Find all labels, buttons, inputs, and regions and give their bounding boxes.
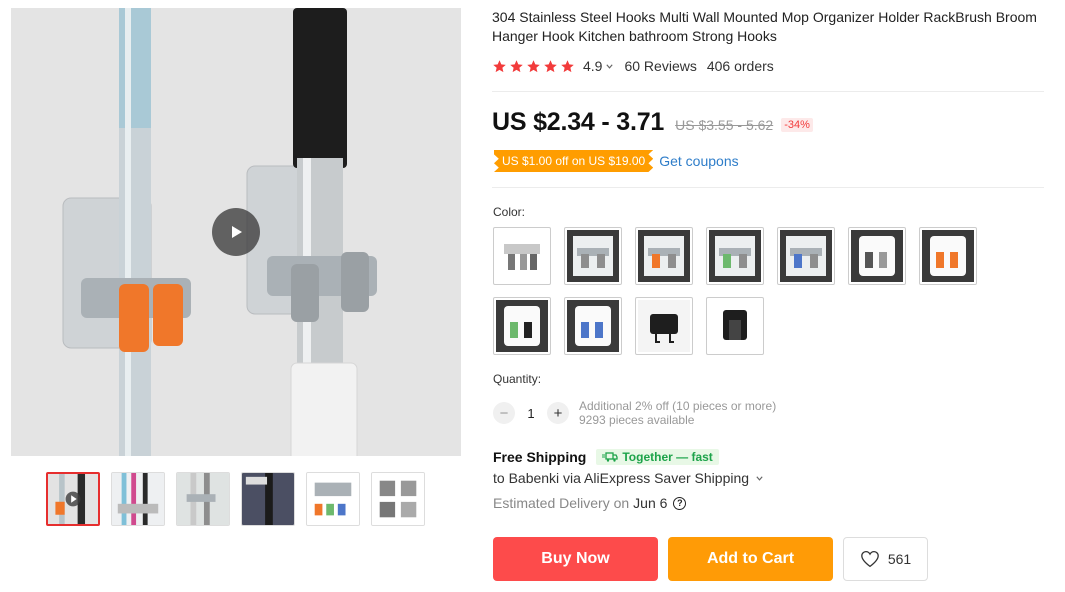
together-fast-badge: Together — fast (596, 449, 719, 465)
shipping-destination-text[interactable]: to Babenki via AliExpress Saver Shipping (493, 470, 749, 486)
together-fast-text: Together — fast (622, 450, 713, 464)
color-option-4[interactable] (706, 227, 764, 285)
star-icon (510, 59, 523, 72)
thumbnail-6[interactable] (371, 472, 425, 526)
thumbnail-4[interactable] (241, 472, 295, 526)
heart-icon (860, 550, 879, 568)
color-option-8[interactable] (493, 297, 551, 355)
buy-now-button[interactable]: Buy Now (493, 537, 658, 581)
divider (492, 91, 1044, 92)
original-price: US $3.55 - 5.62 (675, 117, 774, 133)
quantity-notes: Additional 2% off (10 pieces or more) 92… (579, 399, 776, 427)
color-option-1[interactable] (493, 227, 551, 285)
color-option-11[interactable] (706, 297, 764, 355)
current-price: US $2.34 - 3.71 (492, 108, 665, 136)
product-info: 304 Stainless Steel Hooks Multi Wall Mou… (492, 8, 1047, 75)
thumbnail-3[interactable] (176, 472, 230, 526)
estimated-delivery-label: Estimated Delivery on (493, 495, 630, 511)
color-option-3[interactable] (635, 227, 693, 285)
add-to-cart-button[interactable]: Add to Cart (668, 537, 833, 581)
free-shipping-label: Free Shipping (493, 449, 587, 465)
reviews-link[interactable]: 60 Reviews (624, 58, 696, 74)
coupon-tag: US $1.00 off on US $19.00 (494, 150, 654, 172)
shipping-destination[interactable]: to Babenki via AliExpress Saver Shipping (493, 470, 764, 486)
rating-row: 4.9 60 Reviews 406 orders (492, 57, 1047, 75)
estimated-delivery: Estimated Delivery on Jun 6 ? (493, 495, 687, 511)
color-option-9[interactable] (564, 297, 622, 355)
chevron-down-icon[interactable] (755, 474, 764, 483)
color-option-10[interactable] (635, 297, 693, 355)
color-option-6[interactable] (848, 227, 906, 285)
help-icon[interactable]: ? (673, 496, 687, 510)
rating-value[interactable]: 4.9 (583, 58, 602, 74)
orders-count: 406 orders (706, 58, 774, 74)
thumbnail-strip (46, 472, 425, 526)
quantity-increase-button[interactable]: + (547, 402, 569, 424)
color-option-7[interactable] (919, 227, 977, 285)
star-rating (492, 59, 575, 74)
color-label: Color: (493, 205, 526, 219)
quantity-stepper: − 1 + Additional 2% off (10 pieces or mo… (493, 399, 776, 427)
quantity-input[interactable]: 1 (515, 406, 547, 421)
chevron-down-icon[interactable] (605, 62, 614, 71)
star-icon (561, 59, 574, 72)
color-swatches (493, 227, 993, 355)
stock-available: 9293 pieces available (579, 413, 695, 427)
thumbnail-5[interactable] (306, 472, 360, 526)
estimated-delivery-date: Jun 6 (633, 495, 668, 511)
star-icon (544, 59, 557, 72)
discount-badge: -34% (781, 118, 813, 132)
bulk-discount-note: Additional 2% off (10 pieces or more) (579, 399, 777, 413)
star-icon (527, 59, 540, 72)
wishlist-count: 561 (887, 551, 912, 567)
color-option-5[interactable] (777, 227, 835, 285)
play-video-button[interactable] (212, 208, 260, 256)
coupon-row: US $1.00 off on US $19.00 Get coupons (494, 150, 739, 172)
color-option-2[interactable] (564, 227, 622, 285)
product-title: 304 Stainless Steel Hooks Multi Wall Mou… (492, 9, 1037, 44)
quantity-label: Quantity: (493, 372, 542, 386)
thumbnail-2[interactable] (111, 472, 165, 526)
price-row: US $2.34 - 3.71 US $3.55 - 5.62 -34% (492, 108, 813, 137)
quantity-decrease-button[interactable]: − (493, 402, 515, 424)
get-coupons-link[interactable]: Get coupons (659, 153, 738, 169)
truck-icon (602, 452, 618, 462)
divider (492, 187, 1044, 188)
main-product-image[interactable] (11, 8, 461, 456)
star-icon (493, 59, 506, 72)
shipping-header: Free Shipping Together — fast (493, 449, 719, 465)
wishlist-button[interactable]: 561 (843, 537, 928, 581)
thumbnail-1[interactable] (46, 472, 100, 526)
play-icon (232, 226, 242, 238)
